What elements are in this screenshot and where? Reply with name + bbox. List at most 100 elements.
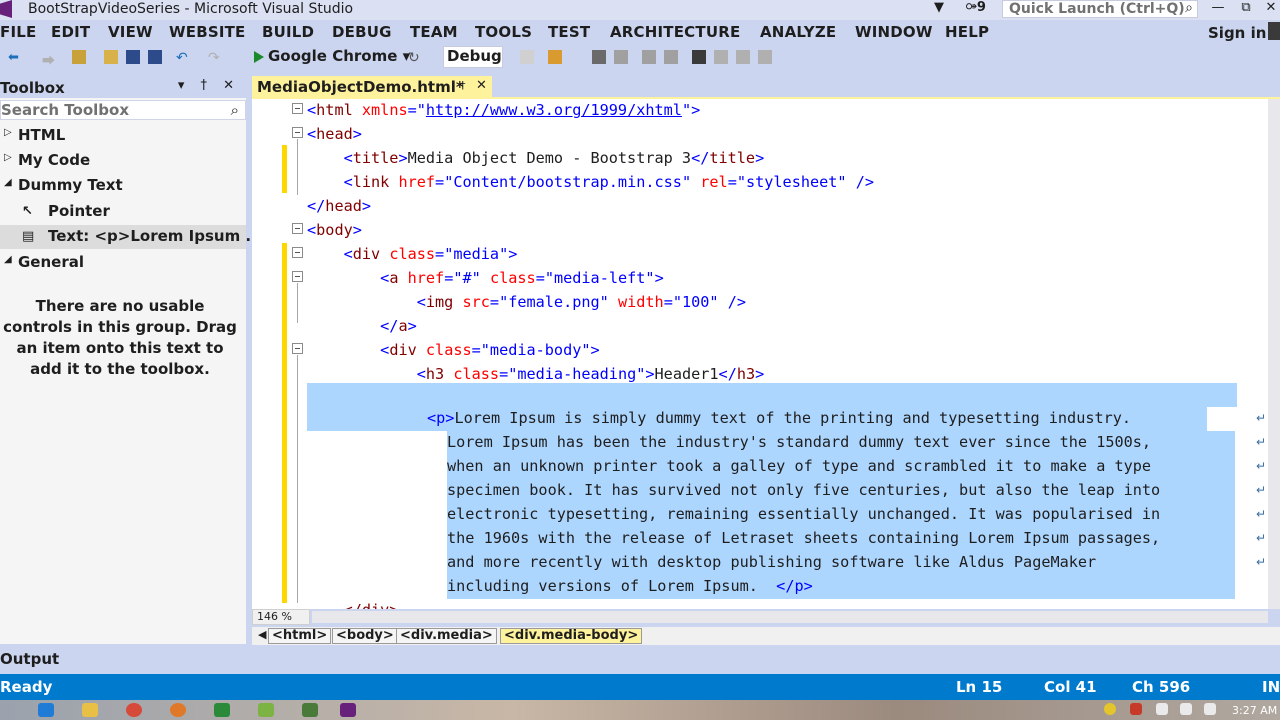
breadcrumb-html[interactable]: <html> bbox=[268, 628, 332, 644]
file-explorer-icon[interactable] bbox=[82, 703, 98, 717]
close-window-button[interactable]: ✕ bbox=[1262, 0, 1280, 15]
fold-toggle-icon[interactable] bbox=[292, 247, 303, 258]
menu-debug[interactable]: DEBUG bbox=[332, 23, 392, 41]
firefox-icon[interactable] bbox=[170, 703, 186, 717]
pointer-icon: ↖ bbox=[22, 204, 33, 219]
tray-icon[interactable] bbox=[1130, 703, 1142, 715]
word-wrap-icon: ↵ bbox=[1256, 507, 1267, 521]
quick-launch-input[interactable]: Quick Launch (Ctrl+Q) ⌕ bbox=[1002, 0, 1198, 18]
fold-guide bbox=[297, 139, 298, 195]
word-wrap-icon: ↵ bbox=[1256, 555, 1267, 569]
find-in-files-icon[interactable] bbox=[548, 50, 562, 64]
menu-tools[interactable]: TOOLS bbox=[475, 23, 532, 41]
menu-website[interactable]: WEBSITE bbox=[169, 23, 246, 41]
code-line: <head> bbox=[307, 125, 362, 143]
app-icon[interactable] bbox=[214, 703, 230, 717]
app-icon[interactable] bbox=[258, 703, 274, 717]
toolbox-group-general[interactable]: ◢ General bbox=[0, 251, 246, 275]
breadcrumb: ◀ <html> <body> <div.media> <div.media-b… bbox=[252, 627, 1280, 645]
fold-toggle-icon[interactable] bbox=[292, 343, 303, 354]
redo-icon[interactable]: ↷ bbox=[208, 50, 222, 66]
configuration-dropdown[interactable]: Debug bbox=[443, 46, 503, 68]
word-wrap-icon: ↵ bbox=[1256, 483, 1267, 497]
indent-icon[interactable] bbox=[592, 50, 606, 64]
volume-icon[interactable] bbox=[1204, 703, 1216, 715]
collapse-arrow-icon: ◢ bbox=[4, 177, 12, 188]
menu-window[interactable]: WINDOW bbox=[855, 23, 933, 41]
zoom-level-dropdown[interactable]: 146 % bbox=[252, 609, 310, 625]
minimize-button[interactable]: — bbox=[1206, 0, 1230, 15]
toolbox-window-controls[interactable]: ▾ † ✕ bbox=[178, 78, 240, 93]
code-line-selected: specimen book. It has survived not only … bbox=[447, 481, 1161, 499]
tray-icon[interactable] bbox=[1156, 703, 1168, 715]
collapse-arrow-icon: ◢ bbox=[4, 254, 12, 265]
bookmark-icon[interactable] bbox=[692, 50, 706, 64]
menu-team[interactable]: TEAM bbox=[410, 23, 458, 41]
visual-studio-icon[interactable] bbox=[340, 703, 356, 717]
fold-toggle-icon[interactable] bbox=[292, 127, 303, 138]
menu-help[interactable]: HELP bbox=[945, 23, 989, 41]
comment-icon[interactable] bbox=[642, 50, 656, 64]
menu-test[interactable]: TEST bbox=[548, 23, 590, 41]
toolbox-group-html[interactable]: ▷ HTML bbox=[0, 124, 246, 148]
save-all-icon[interactable] bbox=[148, 50, 162, 64]
menu-architecture[interactable]: ARCHITECTURE bbox=[610, 23, 740, 41]
breadcrumb-div-media[interactable]: <div.media> bbox=[396, 628, 497, 644]
breadcrumb-body[interactable]: <body> bbox=[332, 628, 398, 644]
tray-icon[interactable] bbox=[1104, 703, 1116, 715]
code-line: <div class="media-body"> bbox=[380, 341, 600, 359]
toolbox-item-lorem-text[interactable]: ▤ Text: <p>Lorem Ipsum ... bbox=[0, 225, 263, 249]
code-line: <h3 class="media-heading">Header1</h3> bbox=[416, 365, 765, 383]
close-icon[interactable]: ✕ bbox=[476, 78, 487, 93]
code-editor[interactable]: <html xmlns="http://www.w3.org/1999/xhtm… bbox=[252, 99, 1268, 609]
word-wrap-icon: ↵ bbox=[1256, 531, 1267, 545]
internet-explorer-icon[interactable] bbox=[38, 703, 54, 717]
menu-build[interactable]: BUILD bbox=[262, 23, 314, 41]
clear-bookmarks-icon[interactable] bbox=[758, 50, 772, 64]
back-icon[interactable]: ⬅ bbox=[8, 50, 22, 65]
undo-icon[interactable]: ↶ bbox=[176, 50, 190, 66]
pin-icon[interactable]: † bbox=[460, 79, 466, 92]
vertical-scrollbar[interactable] bbox=[1268, 99, 1280, 609]
fold-toggle-icon[interactable] bbox=[292, 271, 303, 282]
save-icon[interactable] bbox=[126, 50, 140, 64]
toolbox-search-input[interactable]: Search Toolbox ⌕ bbox=[0, 100, 246, 120]
chrome-icon[interactable] bbox=[126, 703, 142, 717]
prev-bookmark-icon[interactable] bbox=[714, 50, 728, 64]
menu-file[interactable]: FILE bbox=[0, 23, 36, 41]
sign-in-link[interactable]: Sign in bbox=[1208, 24, 1266, 42]
code-line: <img src="female.png" width="100" /> bbox=[416, 293, 746, 311]
outdent-icon[interactable] bbox=[614, 50, 628, 64]
restore-button[interactable]: ⧉ bbox=[1236, 0, 1256, 15]
breadcrumb-div-media-body[interactable]: <div.media-body> bbox=[500, 628, 643, 644]
menu-view[interactable]: VIEW bbox=[108, 23, 153, 41]
run-browser-button[interactable]: Google Chrome ▾ bbox=[252, 47, 410, 69]
uncomment-icon[interactable] bbox=[664, 50, 678, 64]
toolbox-group-label: HTML bbox=[18, 126, 66, 144]
open-file-icon[interactable] bbox=[104, 50, 118, 64]
menu-edit[interactable]: EDIT bbox=[51, 23, 90, 41]
account-icon[interactable] bbox=[1268, 22, 1280, 40]
horizontal-scrollbar[interactable] bbox=[312, 611, 1268, 623]
new-project-icon[interactable] bbox=[72, 50, 86, 64]
toolbox-group-label: Dummy Text bbox=[18, 176, 123, 194]
network-icon[interactable] bbox=[1180, 703, 1192, 715]
fold-toggle-icon[interactable] bbox=[292, 223, 303, 234]
toolbox-item-pointer[interactable]: ↖ Pointer bbox=[0, 200, 246, 224]
fold-guide bbox=[297, 283, 298, 323]
toolbox-group-dummy-text[interactable]: ◢ Dummy Text bbox=[0, 174, 246, 198]
tab-media-object-demo[interactable]: MediaObjectDemo.html* † ✕ bbox=[252, 76, 492, 98]
clock[interactable]: 3:27 AM bbox=[1232, 704, 1277, 717]
output-panel-tab[interactable]: Output bbox=[0, 646, 1280, 672]
menu-analyze[interactable]: ANALYZE bbox=[760, 23, 836, 41]
toolbox-group-my-code[interactable]: ▷ My Code bbox=[0, 149, 246, 173]
menu-bar: FILE EDIT VIEW WEBSITE BUILD DEBUG TEAM … bbox=[0, 20, 1280, 44]
app-icon[interactable] bbox=[302, 703, 318, 717]
next-bookmark-icon[interactable] bbox=[736, 50, 750, 64]
fold-toggle-icon[interactable] bbox=[292, 103, 303, 114]
forward-icon[interactable]: ⮕ bbox=[42, 50, 56, 69]
notifications-icon[interactable]: ▼ bbox=[934, 0, 944, 15]
scroll-left-icon[interactable]: ◀ bbox=[258, 628, 266, 641]
toolbox-empty-message: There are no usable controls in this gro… bbox=[3, 297, 237, 378]
feedback-counter[interactable]: ⚩9 bbox=[966, 0, 986, 15]
